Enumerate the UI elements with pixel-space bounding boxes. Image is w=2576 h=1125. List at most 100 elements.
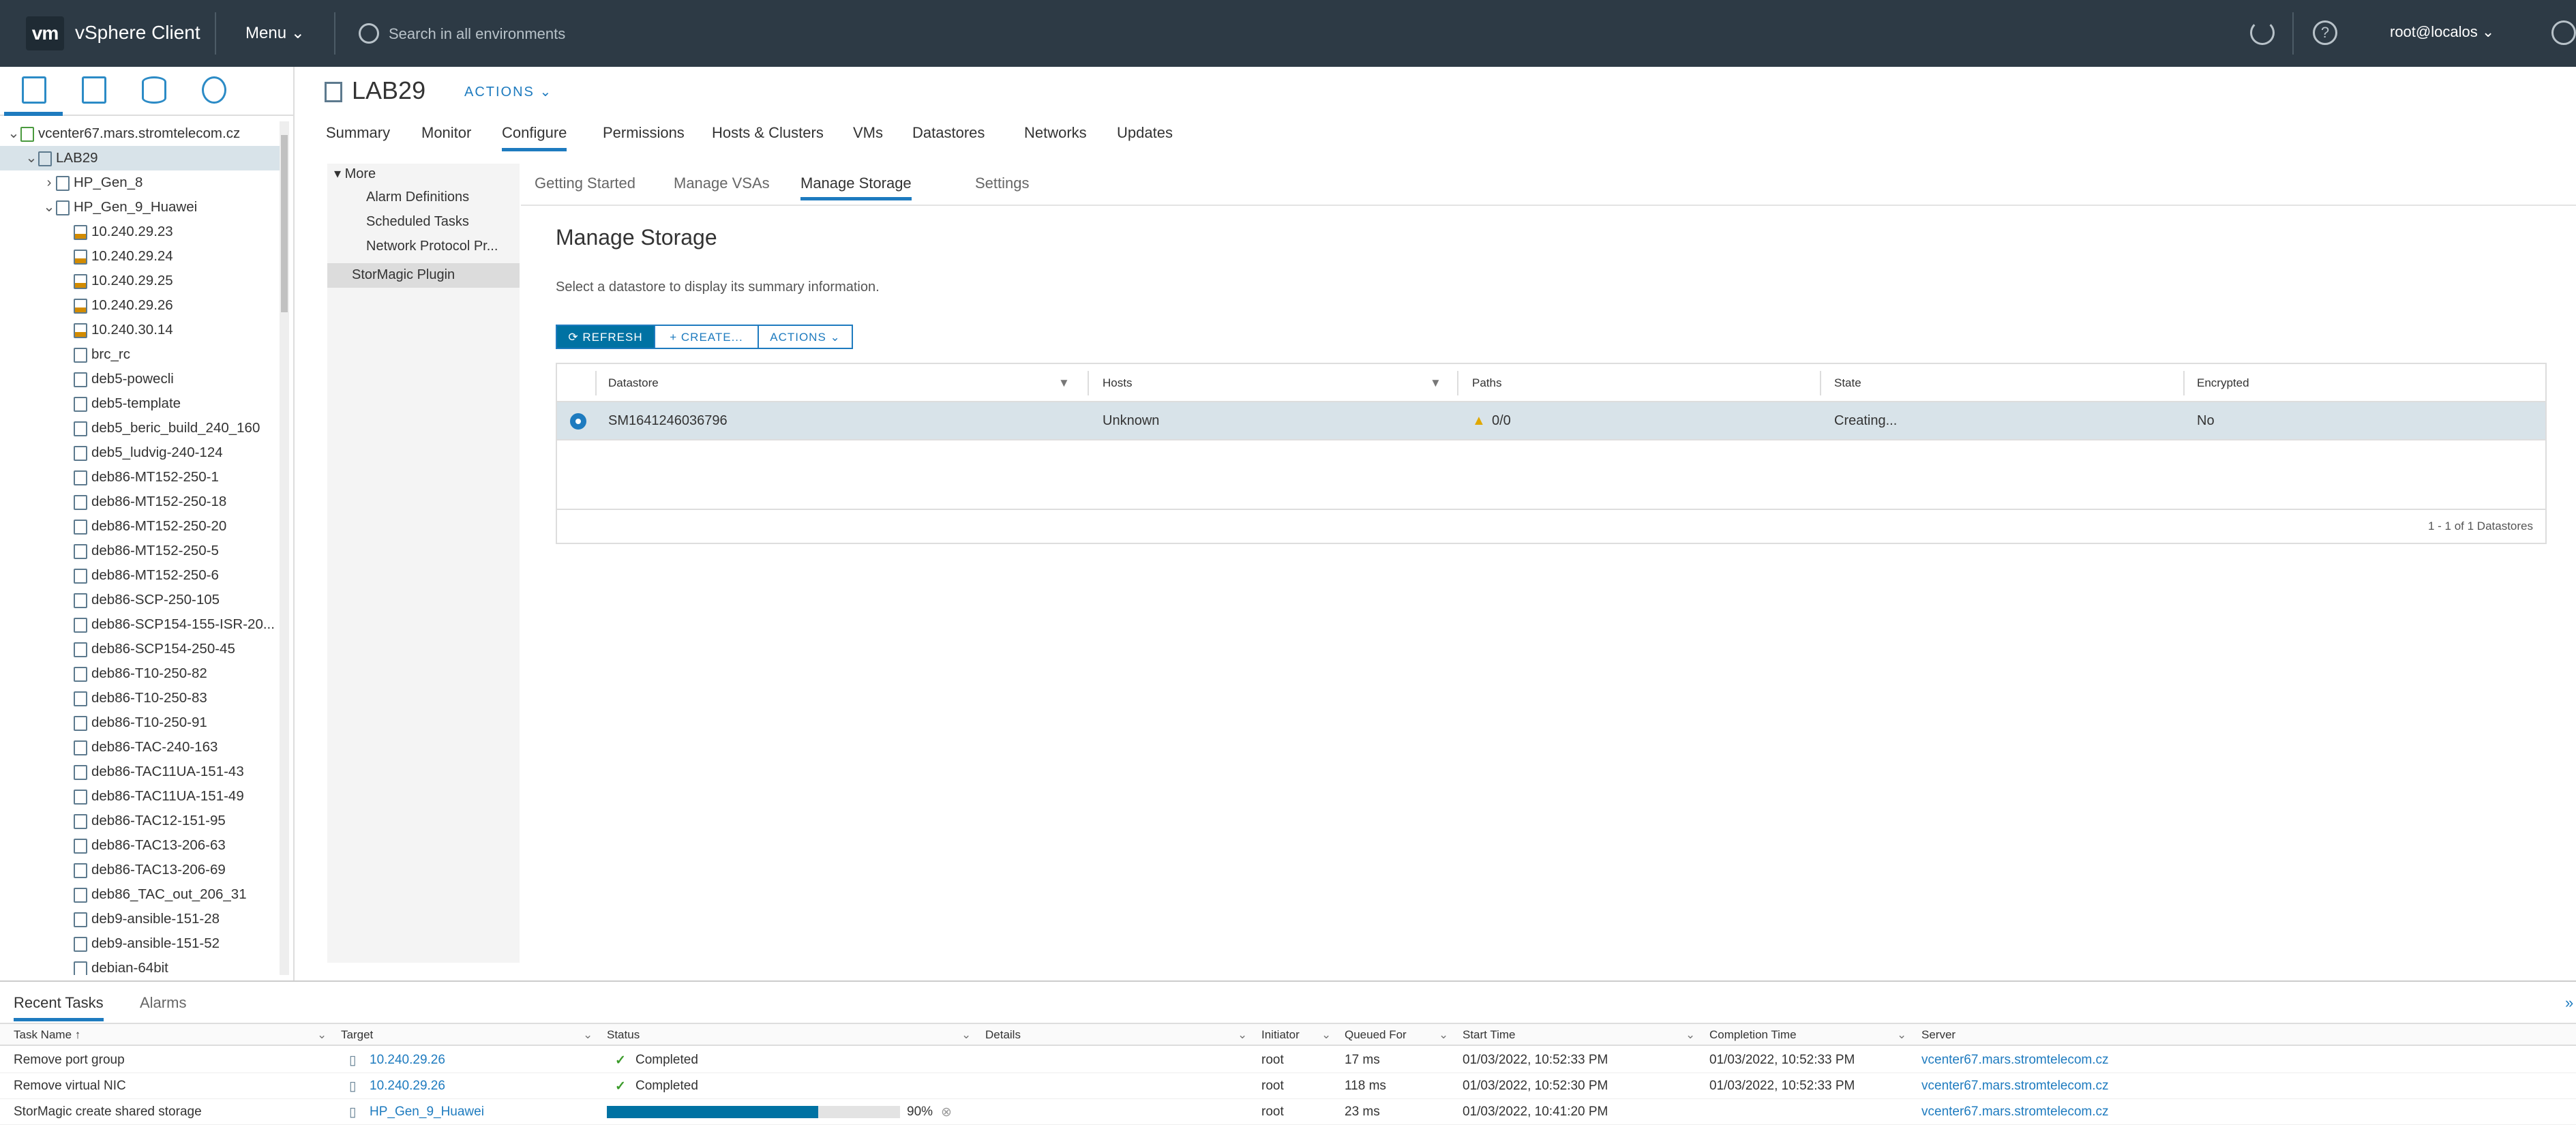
column-menu-icon[interactable]: ⌄ [961, 1028, 971, 1042]
task-col-0[interactable]: Task Name ↑ [14, 1028, 80, 1042]
tree-node-vc[interactable]: ⌄ vcenter67.mars.stromtelecom.cz [0, 121, 280, 146]
chevron-down-icon[interactable]: ⌄ [42, 195, 56, 220]
refresh-button[interactable]: ⟳ REFRESH [556, 325, 655, 349]
networking-icon[interactable] [202, 76, 226, 104]
nav-stormagic-plugin[interactable]: StorMagic Plugin [327, 263, 520, 288]
tree-node-vm[interactable]: deb86-T10-250-82 [0, 661, 280, 686]
user-menu[interactable]: root@localos ⌄ [2390, 23, 2494, 41]
tree-node-host[interactable]: 10.240.29.24 [0, 244, 280, 269]
col-state[interactable]: State [1834, 376, 1861, 390]
column-menu-icon[interactable]: ⌄ [583, 1028, 593, 1042]
tree-node-cluster[interactable]: › HP_Gen_8 [0, 170, 280, 195]
tree-node-vm[interactable]: deb9-ansible-151-52 [0, 931, 280, 956]
tree-node-vm[interactable]: deb86_TAC_out_206_31 [0, 882, 280, 907]
task-target[interactable]: 10.240.29.26 [370, 1053, 445, 1068]
subtab-manage-storage[interactable]: Manage Storage [800, 175, 912, 200]
task-server[interactable]: vcenter67.mars.stromtelecom.cz [1921, 1105, 2109, 1120]
tree-node-vm[interactable]: deb86-T10-250-91 [0, 710, 280, 735]
tree-node-host[interactable]: 10.240.30.14 [0, 318, 280, 342]
create-button[interactable]: + CREATE... [654, 325, 759, 349]
refresh-icon[interactable] [2250, 20, 2275, 45]
cancel-task-icon[interactable]: ⊗ [941, 1105, 952, 1120]
tab-permissions[interactable]: Permissions [603, 124, 685, 151]
tab-hosts-clusters[interactable]: Hosts & Clusters [712, 124, 824, 151]
col-paths[interactable]: Paths [1472, 376, 1501, 390]
app-title[interactable]: vSphere Client [75, 22, 200, 44]
subtab-getting-started[interactable]: Getting Started [535, 175, 635, 200]
tree-node-vm[interactable]: deb86-T10-250-83 [0, 686, 280, 710]
menu-button[interactable]: Menu ⌄ [245, 23, 305, 43]
tab-vms[interactable]: VMs [853, 124, 883, 151]
tree-node-cluster[interactable]: ⌄ HP_Gen_9_Huawei [0, 195, 280, 220]
tree-node-host[interactable]: 10.240.29.23 [0, 220, 280, 244]
tab-updates[interactable]: Updates [1117, 124, 1173, 151]
chevron-right-icon[interactable]: › [42, 170, 56, 195]
grid-actions-button[interactable]: ACTIONS ⌄ [758, 325, 853, 349]
storage-icon[interactable] [142, 76, 166, 104]
vms-templates-icon[interactable] [82, 76, 106, 104]
scrollbar-thumb[interactable] [281, 135, 288, 312]
more-group[interactable]: ▾ More [334, 165, 376, 182]
tree-node-host[interactable]: 10.240.29.25 [0, 269, 280, 293]
task-col-2[interactable]: Status [607, 1028, 640, 1042]
chevron-down-icon[interactable]: ⌄ [7, 121, 20, 146]
tree-node-vm[interactable]: deb5-powecli [0, 367, 280, 391]
task-col-3[interactable]: Details [985, 1028, 1021, 1042]
tree-node-vm[interactable]: deb86-TAC13-206-63 [0, 833, 280, 858]
tree-node-vm[interactable]: brc_rc [0, 342, 280, 367]
tree-node-vm[interactable]: deb86-MT152-250-6 [0, 563, 280, 588]
help-icon[interactable]: ? [2313, 20, 2337, 45]
feedback-icon[interactable] [2551, 20, 2576, 45]
tree-node-dc[interactable]: ⌄ LAB29 [0, 146, 280, 170]
tree-node-vm[interactable]: deb86-MT152-250-1 [0, 465, 280, 490]
actions-menu[interactable]: ACTIONS ⌄ [464, 83, 552, 100]
tree-node-vm[interactable]: debian-64bit [0, 956, 280, 975]
hosts-clusters-icon[interactable] [22, 76, 46, 104]
tree-scrollbar[interactable] [280, 121, 289, 975]
col-hosts[interactable]: Hosts [1103, 376, 1132, 390]
tab-datastores[interactable]: Datastores [912, 124, 985, 151]
task-server[interactable]: vcenter67.mars.stromtelecom.cz [1921, 1079, 2109, 1094]
tab-monitor[interactable]: Monitor [421, 124, 471, 151]
tree-node-vm[interactable]: deb86-TAC-240-163 [0, 735, 280, 760]
row-radio[interactable] [570, 413, 586, 430]
tree-node-vm[interactable]: deb5_beric_build_240_160 [0, 416, 280, 440]
task-row[interactable]: Remove port group ▯ 10.240.29.26 ✓ Completed… [0, 1047, 2576, 1073]
col-datastore[interactable]: Datastore [608, 376, 659, 390]
column-menu-icon[interactable]: ⌄ [1439, 1028, 1448, 1042]
task-col-6[interactable]: Start Time [1463, 1028, 1515, 1042]
tree-node-vm[interactable]: deb5-template [0, 391, 280, 416]
task-server[interactable]: vcenter67.mars.stromtelecom.cz [1921, 1053, 2109, 1068]
column-menu-icon[interactable]: ⌄ [1897, 1028, 1906, 1042]
nav-scheduled-tasks[interactable]: Scheduled Tasks [366, 214, 469, 230]
task-target[interactable]: 10.240.29.26 [370, 1079, 445, 1094]
tree-node-vm[interactable]: deb86-MT152-250-5 [0, 539, 280, 563]
tree-node-vm[interactable]: deb86-MT152-250-20 [0, 514, 280, 539]
task-col-4[interactable]: Initiator [1261, 1028, 1300, 1042]
nav-alarm-definitions[interactable]: Alarm Definitions [366, 190, 469, 205]
column-menu-icon[interactable]: ⌄ [317, 1028, 327, 1042]
column-menu-icon[interactable]: ⌄ [1321, 1028, 1331, 1042]
tab-recent-tasks[interactable]: Recent Tasks [14, 994, 104, 1021]
subtab-manage-vsas[interactable]: Manage VSAs [674, 175, 770, 200]
tree-node-vm[interactable]: deb86-SCP154-250-45 [0, 637, 280, 661]
task-row[interactable]: Remove virtual NIC ▯ 10.240.29.26 ✓ Complete… [0, 1073, 2576, 1099]
tab-summary[interactable]: Summary [326, 124, 390, 151]
subtab-settings[interactable]: Settings [975, 175, 1030, 200]
table-row[interactable]: SM1641246036796 Unknown ▲ 0/0 Creating..… [557, 402, 2545, 440]
tree-node-vm[interactable]: deb86-TAC11UA-151-43 [0, 760, 280, 784]
tree-node-vm[interactable]: deb86-TAC11UA-151-49 [0, 784, 280, 809]
column-menu-icon[interactable]: ⌄ [1686, 1028, 1695, 1042]
tree-node-vm[interactable]: deb86-MT152-250-18 [0, 490, 280, 514]
tab-alarms[interactable]: Alarms [140, 994, 186, 1012]
tree-node-vm[interactable]: deb5_ludvig-240-124 [0, 440, 280, 465]
filter-icon[interactable]: ▼ [1058, 376, 1070, 390]
tree-node-vm[interactable]: deb86-TAC12-151-95 [0, 809, 280, 833]
tree-node-vm[interactable]: deb86-SCP-250-105 [0, 588, 280, 612]
chevron-down-icon[interactable]: ⌄ [25, 146, 38, 170]
col-encrypted[interactable]: Encrypted [2197, 376, 2249, 390]
column-menu-icon[interactable]: ⌄ [1238, 1028, 1247, 1042]
task-col-7[interactable]: Completion Time [1709, 1028, 1797, 1042]
search-input[interactable]: Search in all environments [355, 19, 832, 49]
vm-logo[interactable]: vm [26, 16, 64, 50]
